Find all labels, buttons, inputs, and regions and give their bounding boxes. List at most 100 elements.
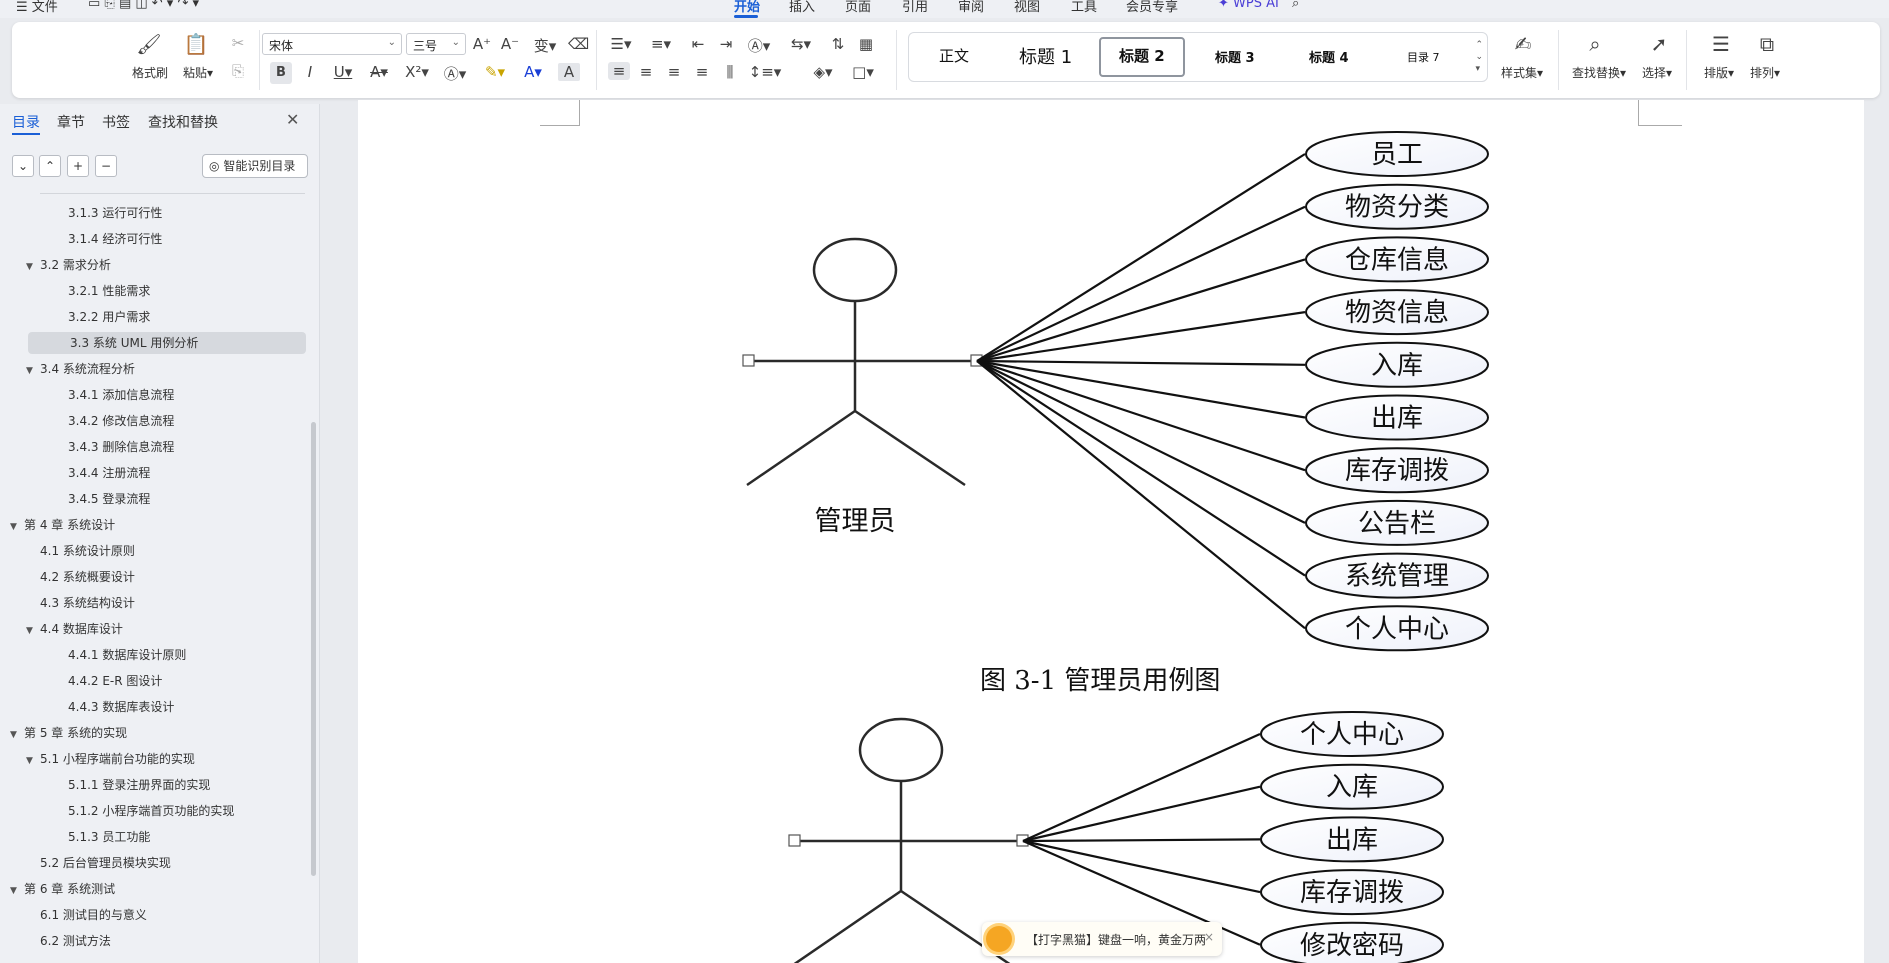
superscript-icon[interactable]: X²▾: [402, 63, 432, 81]
style-normal[interactable]: 正文: [939, 45, 969, 66]
toc-item[interactable]: ▼ 第 4 章 系统设计: [10, 514, 115, 536]
toc-item[interactable]: ▼ 5.1 小程序端前台功能的实现: [26, 748, 195, 770]
justify-icon[interactable]: ≡: [692, 63, 712, 81]
file-menu[interactable]: ☰ 文件: [16, 0, 58, 15]
typing-cat-popup[interactable]: 【打字黑猫】键盘一响，黄金万两 ×: [982, 922, 1222, 956]
increase-indent-icon[interactable]: ⇥: [716, 35, 736, 53]
toc-item[interactable]: 3.4.3 删除信息流程: [54, 436, 174, 458]
cursor-icon[interactable]: ➚: [1644, 32, 1674, 56]
toc-item[interactable]: ▼ 4.4 数据库设计: [26, 618, 123, 640]
find-replace-button[interactable]: 查找替换▾: [1568, 64, 1630, 81]
arrange-button[interactable]: 排列▾: [1744, 64, 1786, 81]
align-center-icon[interactable]: ≡: [636, 63, 656, 81]
text-effect-icon[interactable]: Ⓐ▾: [440, 63, 470, 84]
font-size-select[interactable]: 三号 ⌄: [406, 33, 466, 55]
toc-item[interactable]: 3.2.2 用户需求: [54, 306, 150, 328]
expand-arrow-icon[interactable]: ▼: [26, 360, 40, 382]
border-icon[interactable]: □▾: [848, 63, 878, 81]
line-spacing-icon[interactable]: ↕≡▾: [748, 63, 782, 81]
shrink-font-icon[interactable]: A⁻: [500, 35, 520, 53]
wps-ai-button[interactable]: ✦ WPS AI: [1218, 0, 1279, 11]
format-painter-button[interactable]: 格式刷: [128, 64, 172, 81]
save-icon[interactable]: ▭ ⎘ ▤ ◫ ↶ ▾ ↷ ▾: [88, 0, 199, 11]
font-color-icon[interactable]: A▾: [518, 63, 548, 81]
style-heading-1[interactable]: 标题 1: [1019, 43, 1072, 69]
toc-item[interactable]: 3.2.1 性能需求: [54, 280, 150, 302]
toc-item[interactable]: 4.4.2 E-R 图设计: [54, 670, 162, 692]
search-icon[interactable]: ⌕: [1580, 32, 1610, 56]
toc-item[interactable]: 3.4.4 注册流程: [54, 462, 150, 484]
tab-reference[interactable]: 引用: [902, 0, 928, 15]
document-page[interactable]: 管理员 员工 物资分类 仓库信息 物资信息 入库 出库 库存调拨 公告栏 系统管理 个人中心 个人中心…: [358, 100, 1864, 963]
remove-heading-button[interactable]: −: [95, 155, 117, 177]
toc-item[interactable]: 4.4.1 数据库设计原则: [54, 644, 186, 666]
expand-arrow-icon[interactable]: ▼: [26, 256, 40, 278]
toc-item[interactable]: 4.4.3 数据库表设计: [54, 696, 174, 718]
add-heading-button[interactable]: +: [67, 155, 89, 177]
tab-tools[interactable]: 工具: [1071, 0, 1097, 15]
font-name-select[interactable]: 宋体 ⌄: [262, 33, 402, 55]
toc-item[interactable]: 3.1.4 经济可行性: [54, 228, 162, 250]
expand-down-button[interactable]: ⌄: [12, 155, 34, 177]
layout-button[interactable]: 排版▾: [1698, 64, 1740, 81]
phonetic-icon[interactable]: 变▾: [530, 35, 560, 56]
smart-toc-button[interactable]: ◎ 智能识别目录: [202, 154, 308, 178]
expand-arrow-icon[interactable]: ▼: [26, 750, 40, 772]
tab-member[interactable]: 会员专享: [1126, 0, 1178, 15]
align-left-icon[interactable]: ≡: [608, 62, 630, 80]
tab-page[interactable]: 页面: [845, 0, 871, 15]
toc-item[interactable]: 5.1.1 登录注册界面的实现: [54, 774, 210, 796]
highlight-icon[interactable]: ✎▾: [480, 63, 510, 81]
toc-item[interactable]: 3.3 系统 UML 用例分析: [28, 332, 306, 354]
toc-item[interactable]: 3.1.3 运行可行性: [54, 202, 162, 224]
show-marks-icon[interactable]: ▦: [856, 35, 876, 53]
toc-item[interactable]: 4.1 系统设计原则: [26, 540, 135, 562]
char-shading-icon[interactable]: A: [558, 63, 580, 81]
expand-arrow-icon[interactable]: ▼: [10, 880, 24, 902]
toc-item[interactable]: ▼ 3.4 系统流程分析: [26, 358, 135, 380]
shading-icon[interactable]: ◈▾: [808, 63, 838, 81]
distribute-icon[interactable]: ⫼: [720, 63, 740, 81]
tab-bookmarks[interactable]: 书签: [102, 112, 130, 132]
expand-arrow-icon[interactable]: ▼: [10, 516, 24, 538]
toc-item[interactable]: 4.3 系统结构设计: [26, 592, 135, 614]
expand-arrow-icon[interactable]: ▼: [26, 620, 40, 642]
style-toc-7[interactable]: 目录 7: [1407, 49, 1440, 65]
bold-icon[interactable]: B: [270, 62, 292, 84]
tab-find-replace[interactable]: 查找和替换: [148, 112, 218, 132]
bullet-list-icon[interactable]: ☰▾: [606, 35, 636, 53]
align-right-icon[interactable]: ≡: [664, 63, 684, 81]
decrease-indent-icon[interactable]: ⇤: [688, 35, 708, 53]
toc-item[interactable]: ▼ 第 6 章 系统测试: [10, 878, 115, 900]
tab-chapters[interactable]: 章节: [57, 112, 85, 132]
style-heading-2[interactable]: 标题 2: [1119, 45, 1165, 66]
arrange-icon[interactable]: ⧉: [1752, 32, 1782, 56]
close-icon[interactable]: ✕: [286, 110, 299, 129]
paste-icon[interactable]: 📋: [182, 32, 210, 56]
close-icon[interactable]: ×: [1204, 930, 1214, 944]
collapse-up-button[interactable]: ⌃: [39, 155, 61, 177]
toc-item[interactable]: ▼ 第 5 章 系统的实现: [10, 722, 127, 744]
toc-item[interactable]: 3.4.1 添加信息流程: [54, 384, 174, 406]
layout-icon[interactable]: ☰: [1706, 32, 1736, 56]
toc-item[interactable]: 4.2 系统概要设计: [26, 566, 135, 588]
sort-icon[interactable]: ⇅: [828, 35, 848, 53]
toc-item[interactable]: 5.2 后台管理员模块实现: [26, 852, 171, 874]
text-direction-icon[interactable]: Ⓐ▾: [744, 35, 774, 56]
search-icon[interactable]: ⌕: [1292, 0, 1299, 11]
expand-arrow-icon[interactable]: ▼: [10, 724, 24, 746]
toc-item[interactable]: ▼ 3.2 需求分析: [26, 254, 111, 276]
cut-icon[interactable]: ✂: [228, 34, 248, 52]
tab-insert[interactable]: 插入: [789, 0, 815, 15]
toc-item[interactable]: 6.2 测试方法: [26, 930, 111, 952]
tab-review[interactable]: 审阅: [958, 0, 984, 15]
select-button[interactable]: 选择▾: [1636, 64, 1678, 81]
underline-icon[interactable]: U▾: [328, 63, 358, 81]
tab-view[interactable]: 视图: [1014, 0, 1040, 15]
format-painter-icon[interactable]: 🖌: [136, 32, 162, 56]
toc-item[interactable]: 5.1.3 员工功能: [54, 826, 150, 848]
tab-toc[interactable]: 目录: [12, 112, 40, 132]
style-heading-4[interactable]: 标题 4: [1309, 47, 1349, 66]
toc-item[interactable]: 3.4.2 修改信息流程: [54, 410, 174, 432]
clear-format-icon[interactable]: ⌫: [568, 35, 589, 53]
